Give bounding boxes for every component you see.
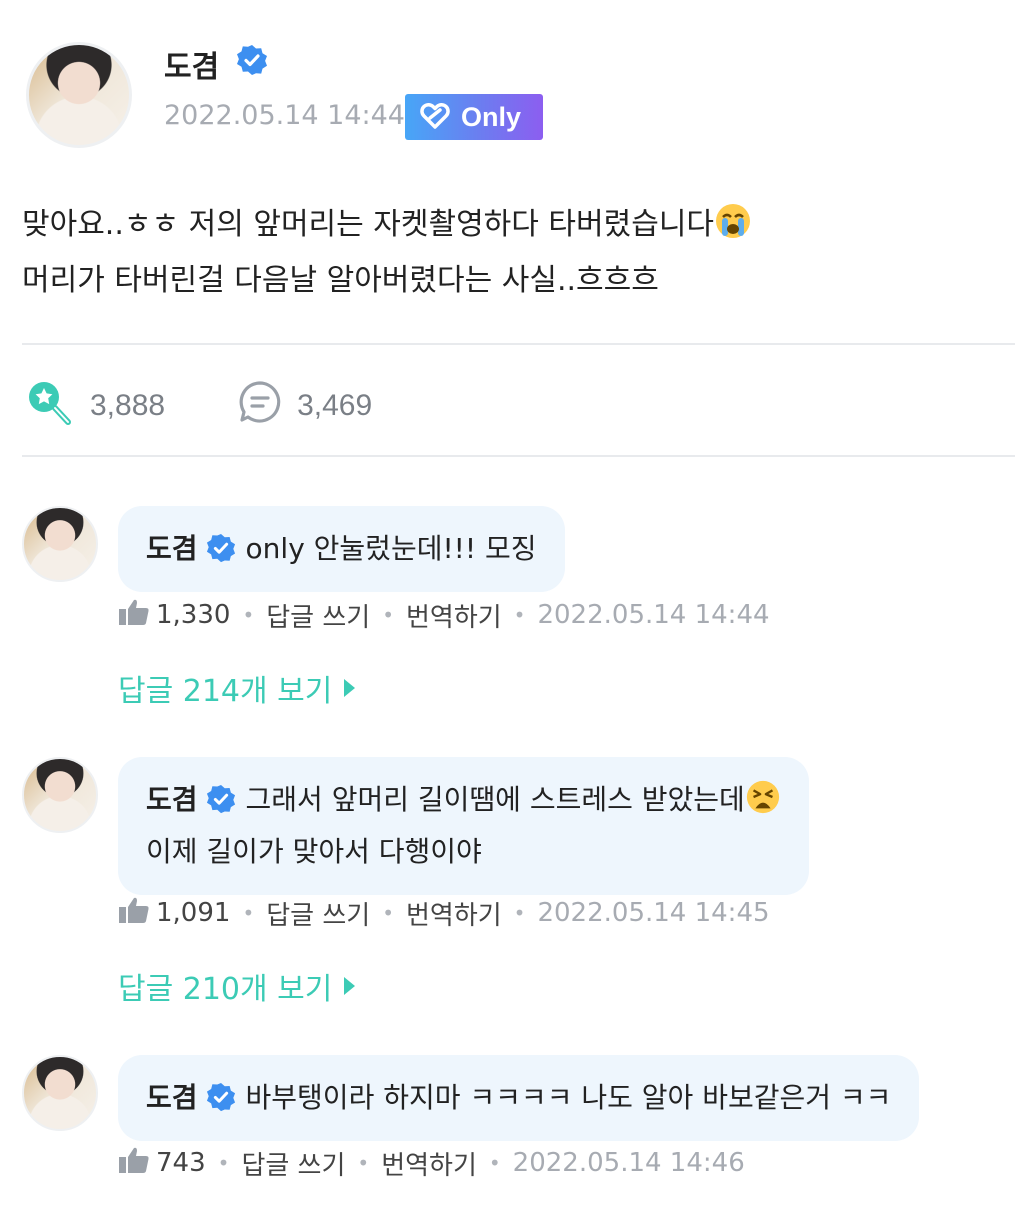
comment-time: 2022.05.14 14:46 — [512, 1148, 745, 1178]
comment-avatar[interactable] — [22, 757, 98, 833]
verified-badge-icon — [236, 44, 268, 76]
comment-text-line-2: 이제 길이가 맞아서 다행이야 — [146, 835, 482, 868]
only-badge-label: Only — [461, 101, 522, 132]
divider — [22, 343, 1015, 345]
divider — [22, 455, 1015, 457]
comment-like-button[interactable]: 743 — [118, 1146, 206, 1181]
reply-button[interactable]: 답글 쓰기 — [266, 895, 370, 932]
post-text-line-2: 머리가 타버린걸 다음날 알아버렸다는 사실..흐흐흐 — [22, 263, 659, 298]
translate-button[interactable]: 번역하기 — [406, 597, 502, 634]
view-replies-link[interactable]: 답글 214개 보기 — [118, 666, 356, 710]
lightstick-icon — [22, 377, 76, 435]
reply-button[interactable]: 답글 쓰기 — [266, 597, 370, 634]
comment-time: 2022.05.14 14:44 — [537, 600, 770, 630]
reply-button[interactable]: 답글 쓰기 — [241, 1145, 345, 1182]
thumbs-up-icon — [118, 598, 150, 633]
comment-avatar[interactable] — [22, 506, 98, 582]
comment-like-count: 1,330 — [156, 600, 231, 630]
comment-bubble: 도겸 only 안눌렀눈데!!! 모징 — [118, 506, 565, 592]
comment-like-button[interactable]: 1,091 — [118, 896, 230, 931]
post-author-name[interactable]: 도겸 — [164, 42, 219, 86]
view-replies-link[interactable]: 답글 210개 보기 — [118, 964, 356, 1008]
comment-text: 바부탱이라 하지마 ㅋㅋㅋㅋ 나도 알아 바보같은거 ㅋㅋ — [245, 1081, 892, 1114]
comment-bubble: 도겸 바부탱이라 하지마 ㅋㅋㅋㅋ 나도 알아 바보같은거 ㅋㅋ — [118, 1055, 920, 1141]
post-text-line-1: 맞아요..ㅎㅎ 저의 앞머리는 자켓촬영하다 타버렸습니다 — [22, 207, 715, 242]
comment-author[interactable]: 도겸 — [146, 783, 198, 816]
verified-badge-icon — [206, 1080, 236, 1112]
comment-bubble-icon — [237, 379, 283, 433]
translate-button[interactable]: 번역하기 — [406, 895, 502, 932]
comment-avatar[interactable] — [22, 1055, 98, 1131]
like-count: 3,888 — [90, 389, 166, 422]
verified-badge-icon — [206, 531, 236, 563]
comment-like-button[interactable]: 1,330 — [118, 598, 230, 633]
post-body: 맞아요..ㅎㅎ 저의 앞머리는 자켓촬영하다 타버렸습니다 머리가 타버린걸 다… — [22, 200, 1002, 306]
view-replies-label: 답글 214개 보기 — [118, 674, 333, 709]
comment-bubble: 도겸 그래서 앞머리 길이땜에 스트레스 받았는데 이제 길이가 맞아서 다행이야 — [118, 757, 809, 895]
comment-meta: 1,330 • 답글 쓰기 • 번역하기 • 2022.05.14 14:44 — [118, 595, 770, 635]
comment-like-count: 743 — [156, 1148, 206, 1178]
like-stat[interactable]: 3,888 — [22, 377, 165, 435]
caret-right-icon — [344, 977, 356, 995]
caret-right-icon — [344, 679, 356, 697]
loudly-crying-face-icon — [714, 202, 752, 256]
comment-author[interactable]: 도겸 — [146, 532, 198, 565]
tired-face-icon — [745, 779, 781, 829]
post-author-avatar[interactable] — [26, 42, 132, 148]
only-badge: Only — [405, 94, 543, 140]
comment-author[interactable]: 도겸 — [146, 1081, 198, 1114]
view-replies-label: 답글 210개 보기 — [118, 972, 333, 1007]
thumbs-up-icon — [118, 896, 150, 931]
comment-meta: 1,091 • 답글 쓰기 • 번역하기 • 2022.05.14 14:45 — [118, 893, 770, 933]
comment-text: only 안눌렀눈데!!! 모징 — [245, 532, 537, 565]
translate-button[interactable]: 번역하기 — [381, 1145, 477, 1182]
comment-time: 2022.05.14 14:45 — [537, 898, 770, 928]
comment-text-line-1: 그래서 앞머리 길이땜에 스트레스 받았는데 — [245, 783, 745, 816]
post-date: 2022.05.14 14:44 — [164, 100, 405, 131]
heart-link-icon — [419, 101, 451, 133]
post-stats: 3,888 3,469 — [22, 376, 372, 436]
verified-badge-icon — [206, 782, 236, 814]
thumbs-up-icon — [118, 1146, 150, 1181]
comment-like-count: 1,091 — [156, 898, 231, 928]
comment-meta: 743 • 답글 쓰기 • 번역하기 • 2022.05.14 14:46 — [118, 1143, 745, 1183]
comment-count: 3,469 — [297, 389, 373, 422]
comment-stat[interactable]: 3,469 — [237, 379, 372, 433]
